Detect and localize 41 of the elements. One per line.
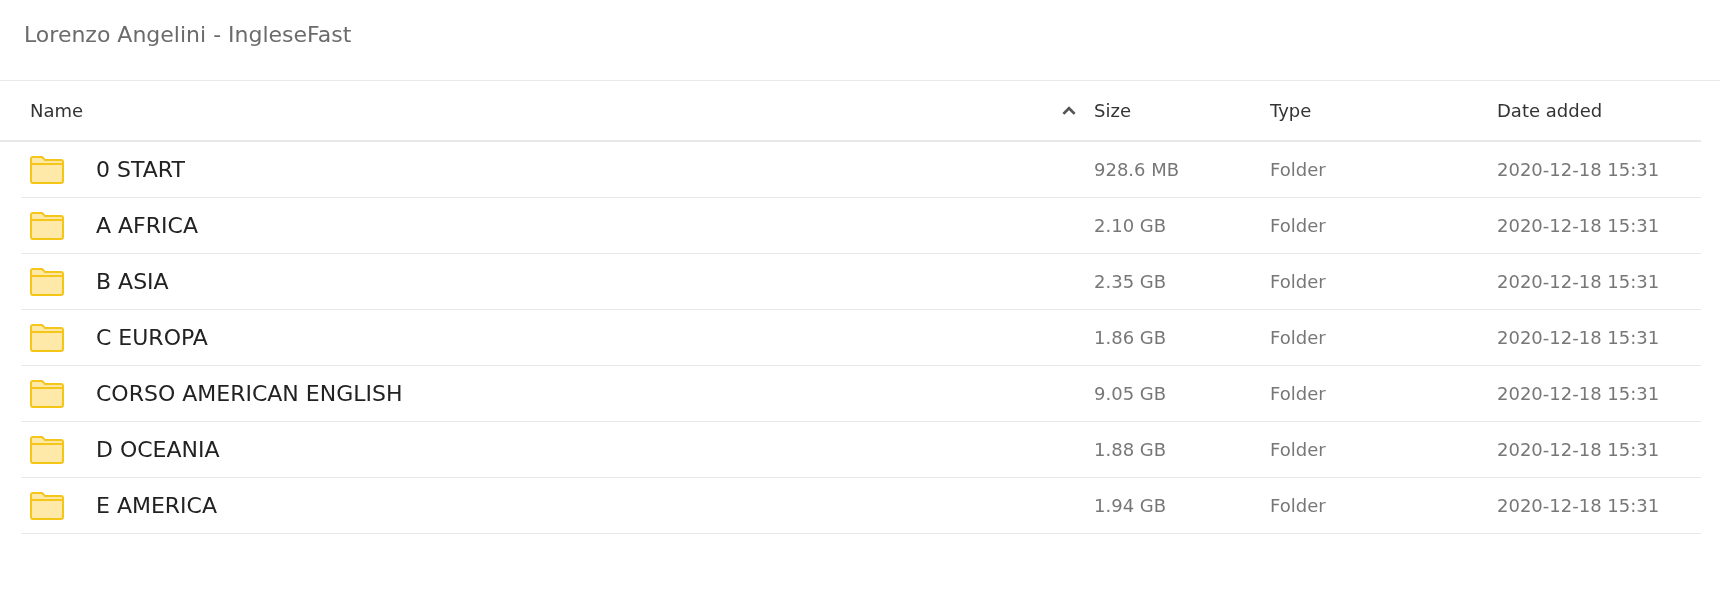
folder-icon bbox=[30, 435, 64, 464]
file-type: Folder bbox=[1270, 383, 1326, 404]
column-header[interactable]: Size bbox=[1094, 100, 1131, 121]
file-size: 2.10 GB bbox=[1094, 215, 1167, 236]
folder-icon bbox=[30, 323, 64, 352]
file-size: 1.86 GB bbox=[1094, 327, 1167, 348]
folder-name[interactable]: B ASIA bbox=[96, 269, 169, 294]
file-size: 2.35 GB bbox=[1094, 271, 1167, 292]
file-type: Folder bbox=[1270, 495, 1326, 516]
folder-icon bbox=[30, 379, 64, 408]
date-added: 2020-12-18 15:31 bbox=[1497, 159, 1660, 180]
folder-icon bbox=[30, 211, 64, 240]
date-added: 2020-12-18 15:31 bbox=[1497, 271, 1660, 292]
folder-icon bbox=[30, 267, 64, 296]
file-size: 1.88 GB bbox=[1094, 439, 1167, 460]
file-type: Folder bbox=[1270, 271, 1326, 292]
file-type: Folder bbox=[1270, 215, 1326, 236]
file-size: 9.05 GB bbox=[1094, 383, 1167, 404]
folder-name[interactable]: D OCEANIA bbox=[96, 437, 220, 462]
folder-icon bbox=[30, 155, 64, 184]
folder-name[interactable]: A AFRICA bbox=[96, 213, 198, 238]
column-header[interactable]: Name bbox=[30, 100, 84, 121]
page-title: Lorenzo Angelini - IngleseFast bbox=[0, 0, 1720, 81]
folder-icon bbox=[30, 491, 64, 520]
date-added: 2020-12-18 15:31 bbox=[1497, 383, 1660, 404]
date-added: 2020-12-18 15:31 bbox=[1497, 327, 1660, 348]
folder-name[interactable]: 0 START bbox=[96, 157, 185, 182]
folder-name[interactable]: CORSO AMERICAN ENGLISH bbox=[96, 381, 403, 406]
column-header[interactable]: Date added bbox=[1497, 100, 1603, 121]
file-type: Folder bbox=[1270, 327, 1326, 348]
column-header[interactable]: Type bbox=[1270, 100, 1312, 121]
file-type: Folder bbox=[1270, 159, 1326, 180]
date-added: 2020-12-18 15:31 bbox=[1497, 215, 1660, 236]
sort-caret-icon[interactable] bbox=[1062, 106, 1076, 115]
folder-name[interactable]: C EUROPA bbox=[96, 325, 208, 350]
date-added: 2020-12-18 15:31 bbox=[1497, 439, 1660, 460]
date-added: 2020-12-18 15:31 bbox=[1497, 495, 1660, 516]
file-size: 928.6 MB bbox=[1094, 159, 1180, 180]
file-type: Folder bbox=[1270, 439, 1326, 460]
file-size: 1.94 GB bbox=[1094, 495, 1167, 516]
folder-name[interactable]: E AMERICA bbox=[96, 493, 217, 518]
